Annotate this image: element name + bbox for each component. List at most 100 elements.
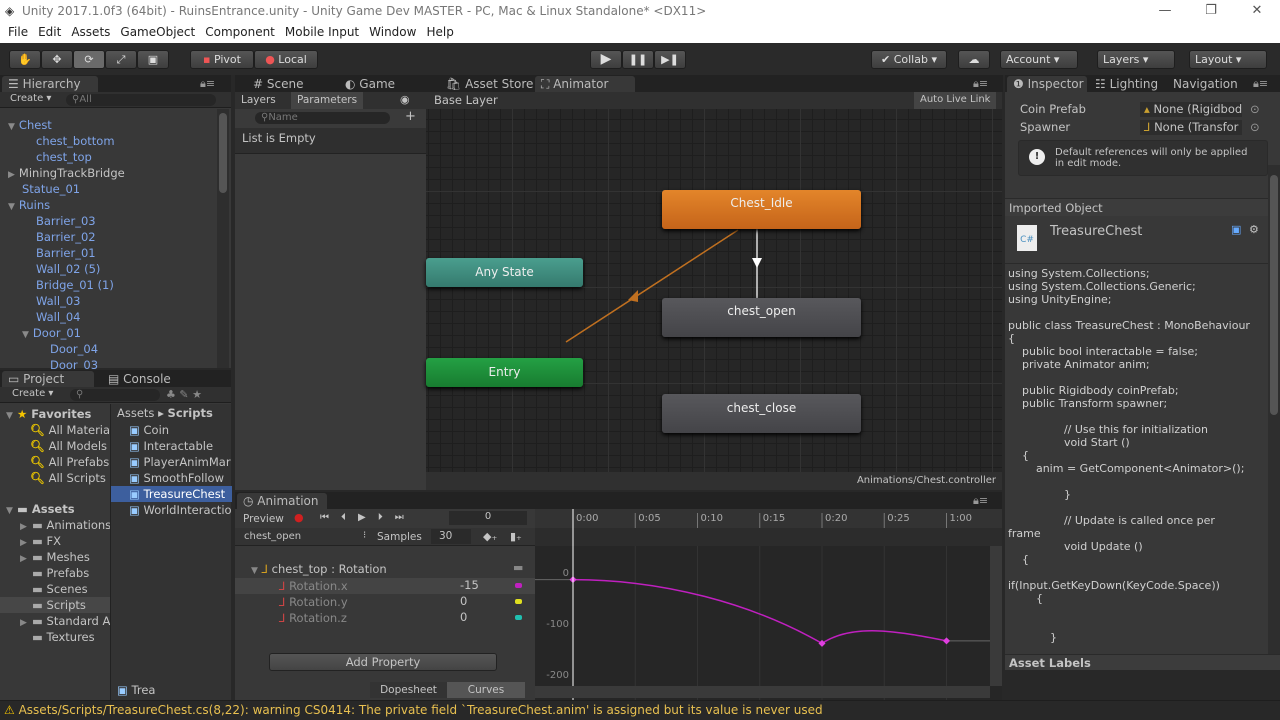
favorites-header[interactable]: ▼ ★ Favorites (6, 406, 91, 422)
animator-graph[interactable]: Base Layer Auto Live Link Chest_Idle che… (426, 92, 1002, 490)
tab-game[interactable]: ◐ Game (339, 76, 429, 92)
horizontal-scrollbar[interactable] (535, 686, 990, 698)
state-entry[interactable]: Entry (426, 358, 583, 387)
pivot-button[interactable]: ▪ Pivot (190, 50, 254, 69)
animator-lock-icon[interactable]: 🔒︎≡ (973, 77, 988, 91)
hierarchy-item[interactable]: chest_top (22, 149, 92, 165)
filter-type-icon[interactable]: ♣ ✎ ★ (166, 388, 202, 401)
favorite-search[interactable]: 🔍︎ All Materia (30, 422, 110, 438)
event-strip[interactable] (535, 528, 1002, 546)
object-picker-icon[interactable]: ⊙ (1250, 101, 1260, 117)
hierarchy-item[interactable]: Barrier_03 (22, 213, 96, 229)
create-button[interactable]: Create ▾ (10, 93, 51, 104)
scrollbar-thumb[interactable] (219, 113, 227, 193)
channel-color-swatch[interactable] (515, 599, 522, 604)
inspector-scroll-thumb[interactable] (1270, 175, 1278, 415)
expand-arrow-icon[interactable]: ▼ (22, 330, 29, 340)
asset-folder[interactable]: ▶ ▬ FX (20, 533, 61, 549)
close-button[interactable]: ✕ (1234, 0, 1280, 22)
inspector-scrollbar[interactable] (1268, 165, 1280, 670)
record-button[interactable]: ● (294, 511, 304, 524)
script-file[interactable]: ▣ WorldInteractio (111, 502, 232, 518)
project-search-input[interactable]: ⚲ (70, 389, 160, 401)
tab-lighting[interactable]: ☷ Lighting (1089, 76, 1164, 92)
layout-dropdown[interactable]: Layout ▾ (1189, 50, 1267, 69)
hierarchy-scrollbar[interactable] (217, 109, 229, 368)
tab-project[interactable]: ▭ Project (2, 371, 94, 387)
local-button[interactable]: ● Local (254, 50, 318, 69)
tab-hierarchy[interactable]: ☰ Hierarchy (2, 76, 98, 92)
hierarchy-item[interactable]: Barrier_01 (22, 245, 96, 261)
menu-component[interactable]: Component (205, 25, 275, 39)
tab-asset-store[interactable]: 🛍︎ Asset Store (440, 76, 535, 92)
menu-help[interactable]: Help (426, 25, 453, 39)
tab-navigation[interactable]: Navigation (1167, 76, 1242, 92)
rect-tool-icon[interactable]: ▣ (137, 50, 169, 69)
favorite-search[interactable]: 🔍︎ All Prefabs (30, 454, 109, 470)
minimize-button[interactable]: — (1142, 0, 1188, 22)
asset-folder[interactable]: ▬ Prefabs (20, 565, 89, 581)
property-options-icon[interactable]: ▬ (513, 561, 523, 574)
help-icon[interactable]: ▣ (1231, 223, 1241, 236)
dopesheet-tab[interactable]: Dopesheet (370, 682, 447, 698)
maximize-button[interactable]: ❐ (1188, 0, 1234, 22)
hand-tool-icon[interactable]: ✋ (9, 50, 41, 69)
menu-gameobject[interactable]: GameObject (120, 25, 195, 39)
animation-lock-icon[interactable]: 🔒︎≡ (973, 494, 988, 508)
asset-folder[interactable]: ▬ Scripts (20, 597, 86, 613)
curve-editor[interactable]: 0:00 0:05 0:10 0:15 0:20 0:25 1:00 0 -100 -200 (535, 509, 1002, 700)
breadcrumb-scripts[interactable]: Scripts (168, 406, 213, 420)
asset-folder[interactable]: ▶ ▬ Animations (20, 517, 111, 533)
add-property-button[interactable]: Add Property (269, 653, 497, 671)
move-tool-icon[interactable]: ✥ (41, 50, 73, 69)
add-event-icon[interactable]: ▮₊ (510, 530, 522, 543)
preview-toggle[interactable]: Preview (243, 513, 284, 525)
hierarchy-item[interactable]: Bridge_01 (1) (22, 277, 114, 293)
assets-header[interactable]: ▼ ▬ Assets (6, 501, 75, 517)
object-picker-icon[interactable]: ⊙ (1250, 119, 1260, 135)
play-button[interactable]: ▶ (590, 50, 622, 69)
script-file[interactable]: ▣ Coin (111, 422, 232, 438)
script-file[interactable]: ▣ SmoothFollow (111, 470, 232, 486)
hierarchy-item[interactable]: Wall_04 (22, 309, 80, 325)
tab-console[interactable]: ▤ Console (102, 371, 194, 387)
hierarchy-item[interactable]: Wall_03 (22, 293, 80, 309)
script-file[interactable]: ▣ Interactable (111, 438, 232, 454)
hierarchy-item[interactable]: Statue_01 (8, 181, 80, 197)
tab-inspector[interactable]: ❶ Inspector (1007, 76, 1087, 92)
object-field[interactable]: ▴ None (Rigidbod (1140, 102, 1242, 117)
inspector-lock-icon[interactable]: 🔒︎≡ (1253, 77, 1268, 91)
eye-icon[interactable]: ◉ (400, 93, 410, 106)
curve-channel[interactable]: ⅃ Rotation.z 0 (235, 610, 535, 626)
project-create-button[interactable]: Create ▾ (12, 388, 53, 399)
tab-animation[interactable]: ◷ Animation (237, 493, 327, 509)
expand-arrow-icon[interactable]: ▼ (8, 122, 15, 132)
curve-channel[interactable]: ⅃ Rotation.y 0 (235, 594, 535, 610)
script-file[interactable]: ▣ TreasureChest (111, 486, 232, 502)
cloud-icon[interactable]: ☁ (958, 50, 990, 69)
rotate-tool-icon[interactable]: ⟳ (73, 50, 105, 69)
hierarchy-item[interactable]: ▼ Door_01 (22, 325, 81, 341)
frame-input[interactable]: 0 (449, 511, 527, 525)
favorite-search[interactable]: 🔍︎ All Scripts (30, 470, 106, 486)
state-chest-close[interactable]: chest_close (662, 394, 861, 433)
hierarchy-item[interactable]: chest_bottom (22, 133, 115, 149)
curve-channel[interactable]: ⅃ Rotation.x -15 (235, 578, 535, 594)
menu-mobile-input[interactable]: Mobile Input (285, 25, 359, 39)
menu-file[interactable]: File (8, 25, 28, 39)
clip-dropdown[interactable]: chest_open (244, 531, 301, 542)
parameter-search-input[interactable]: ⚲Name (255, 112, 390, 124)
layers-dropdown[interactable]: Layers ▾ (1097, 50, 1175, 69)
hierarchy-item[interactable]: Door_04 (36, 341, 98, 357)
menu-assets[interactable]: Assets (71, 25, 110, 39)
status-bar[interactable]: ⚠ Assets/Scripts/TreasureChest.cs(8,22):… (0, 700, 1280, 720)
tab-scene[interactable]: # Scene (247, 76, 337, 92)
add-keyframe-icon[interactable]: ◆₊ (483, 530, 497, 543)
state-chest-open[interactable]: chest_open (662, 298, 861, 337)
pause-button[interactable]: ❚❚ (622, 50, 654, 69)
add-parameter-button[interactable]: + (405, 109, 416, 124)
object-field[interactable]: ⅃ None (Transfor (1140, 120, 1242, 135)
property-group[interactable]: ▼ ⅃ chest_top : Rotation (251, 561, 387, 577)
tab-parameters[interactable]: Parameters (291, 92, 364, 109)
menu-window[interactable]: Window (369, 25, 416, 39)
